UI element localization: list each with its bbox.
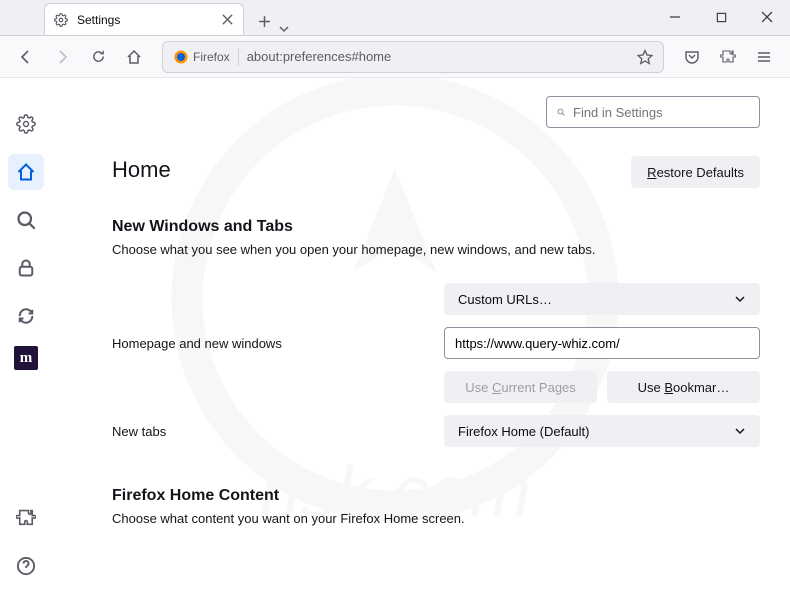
mozilla-logo-icon[interactable]: m <box>14 346 38 370</box>
section-heading: New Windows and Tabs <box>112 218 760 236</box>
close-icon[interactable] <box>219 12 235 28</box>
sidebar-item-extensions[interactable] <box>8 500 44 536</box>
browser-toolbar: Firefox about:preferences#home <box>0 36 790 78</box>
homepage-mode-dropdown[interactable]: Custom URLs… <box>444 283 760 315</box>
sidebar-item-privacy[interactable] <box>8 250 44 286</box>
window-controls <box>652 0 790 35</box>
brand-label: Firefox <box>193 50 230 64</box>
address-bar[interactable]: Firefox about:preferences#home <box>162 41 664 73</box>
tabs-dropdown-icon[interactable] <box>278 23 290 35</box>
search-input[interactable] <box>573 105 749 120</box>
dropdown-value: Firefox Home (Default) <box>458 424 589 439</box>
new-tab-button[interactable] <box>250 7 278 35</box>
search-icon <box>557 105 565 119</box>
tab-title: Settings <box>77 13 211 27</box>
sidebar-item-sync[interactable] <box>8 298 44 334</box>
find-in-settings[interactable] <box>546 96 760 128</box>
use-current-pages-button[interactable]: Use Current Pages <box>444 371 597 403</box>
extensions-button[interactable] <box>712 41 744 73</box>
newtabs-dropdown[interactable]: Firefox Home (Default) <box>444 415 760 447</box>
url-text[interactable]: about:preferences#home <box>247 49 629 64</box>
forward-button[interactable] <box>46 41 78 73</box>
settings-sidebar: m <box>0 78 52 596</box>
pocket-button[interactable] <box>676 41 708 73</box>
section-heading: Firefox Home Content <box>112 487 760 505</box>
dropdown-value: Custom URLs… <box>458 292 552 307</box>
sidebar-item-general[interactable] <box>8 106 44 142</box>
homepage-label: Homepage and new windows <box>112 336 424 351</box>
minimize-button[interactable] <box>652 0 698 35</box>
sidebar-item-home[interactable] <box>8 154 44 190</box>
close-window-button[interactable] <box>744 0 790 35</box>
reload-button[interactable] <box>82 41 114 73</box>
restore-defaults-button[interactable]: Restore Defaults <box>631 156 760 188</box>
maximize-button[interactable] <box>698 0 744 35</box>
chevron-down-icon <box>734 425 746 437</box>
settings-main: Home Restore Defaults New Windows and Ta… <box>52 78 790 596</box>
firefox-icon: Firefox <box>173 49 230 65</box>
back-button[interactable] <box>10 41 42 73</box>
use-bookmark-button[interactable]: Use Bookmar… <box>607 371 760 403</box>
newtabs-label: New tabs <box>112 424 424 439</box>
window-titlebar: Settings <box>0 0 790 36</box>
chevron-down-icon <box>734 293 746 305</box>
browser-tab[interactable]: Settings <box>44 3 244 35</box>
home-button[interactable] <box>118 41 150 73</box>
homepage-url-field[interactable] <box>444 327 760 359</box>
bookmark-star-icon[interactable] <box>637 49 653 65</box>
gear-icon <box>53 12 69 28</box>
sidebar-item-search[interactable] <box>8 202 44 238</box>
section-subtext: Choose what you see when you open your h… <box>112 242 760 257</box>
urlbar-divider <box>238 48 239 66</box>
page-title: Home <box>112 157 171 183</box>
homepage-url-input[interactable] <box>455 328 749 358</box>
section-subtext: Choose what content you want on your Fir… <box>112 511 760 526</box>
sidebar-item-help[interactable] <box>8 548 44 584</box>
app-menu-button[interactable] <box>748 41 780 73</box>
